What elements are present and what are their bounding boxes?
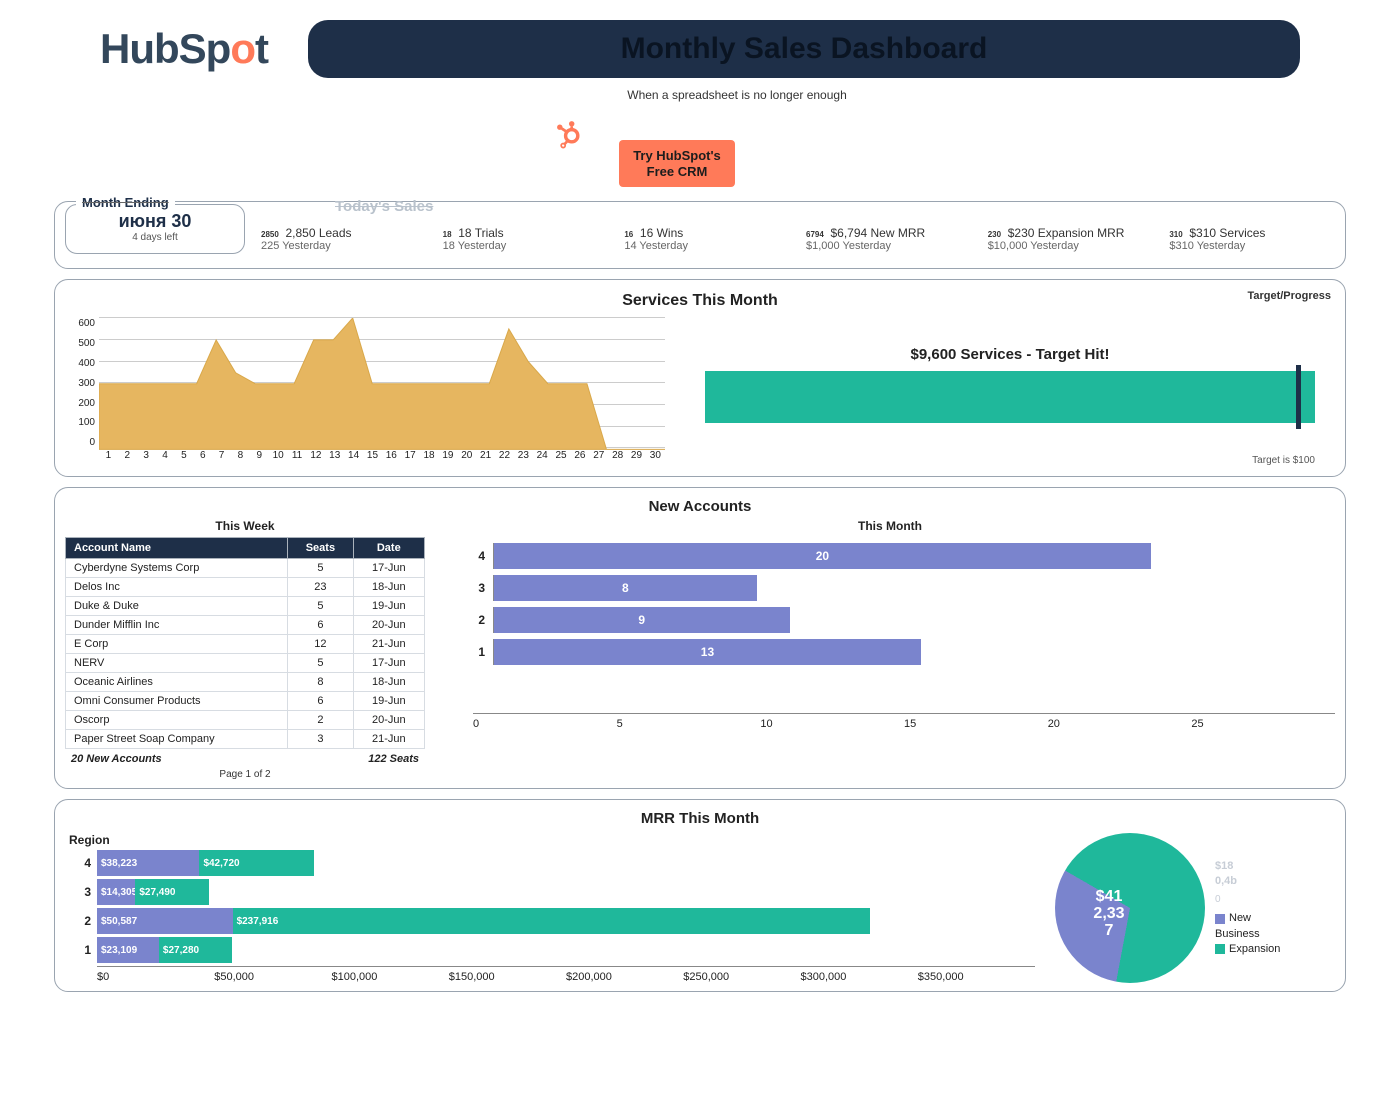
services-title: Services This Month — [65, 292, 1335, 310]
target-progress-label: Target/Progress — [1247, 290, 1331, 302]
mrr-panel: MRR This Month Region 4 $38,223 $42,720 … — [54, 799, 1346, 992]
table-row: Dunder Mifflin Inc620-Jun — [66, 616, 425, 635]
header: HubSpot Monthly Sales Dashboard — [100, 20, 1300, 78]
accounts-foot-left: 20 New Accounts — [71, 753, 162, 765]
mrr-row: 3 $14,305 $27,490 — [65, 879, 1035, 905]
table-row: E Corp1221-Jun — [66, 635, 425, 654]
table-row: Duke & Duke519-Jun — [66, 597, 425, 616]
month-ending-label: Month Ending — [76, 195, 175, 210]
accounts-foot-right: 122 Seats — [368, 753, 419, 765]
stat-item: 18 18 Trials18 Yesterday — [437, 210, 609, 256]
table-row: Delos Inc2318-Jun — [66, 578, 425, 597]
month-ending-date: июня 30 — [84, 211, 226, 232]
mrr-row: 2 $50,587 $237,916 — [65, 908, 1035, 934]
accounts-hbar-chart: 420 38 29 113 — [465, 543, 1315, 713]
pie-ghost-label-2: 0,4b — [1215, 874, 1280, 889]
month-ending-box: Month Ending июня 30 4 days left — [65, 204, 245, 254]
stat-item: 230 $230 Expansion MRR$10,000 Yesterday — [982, 210, 1154, 256]
accounts-table-side: This Week Account Name Seats Date Cyberd… — [65, 519, 425, 780]
hubspot-logo: HubSpot — [100, 25, 268, 73]
region-label: Region — [69, 833, 1035, 847]
mrr-bar-side: Region 4 $38,223 $42,720 3 $14,305 $27,4… — [65, 833, 1035, 983]
hbar-row: 38 — [465, 575, 1315, 601]
col-seats: Seats — [288, 538, 353, 559]
services-target-bar — [705, 371, 1315, 423]
hbar-row: 29 — [465, 607, 1315, 633]
services-target-text: $9,600 Services - Target Hit! — [705, 346, 1315, 363]
month-ending-sub: 4 days left — [84, 232, 226, 243]
table-row: Oscorp220-Jun — [66, 711, 425, 730]
col-account-name: Account Name — [66, 538, 288, 559]
todays-sales-label: Today's Sales — [335, 198, 433, 215]
hbar-row: 420 — [465, 543, 1315, 569]
services-area-chart: 0100200300400500600 12345678910111213141… — [65, 318, 665, 468]
services-target-marker — [1296, 365, 1301, 429]
table-row: Omni Consumer Products619-Jun — [66, 692, 425, 711]
accounts-chart-side: This Month 4203829113 0510152025 — [445, 519, 1335, 780]
new-accounts-panel: New Accounts This Week Account Name Seat… — [54, 487, 1346, 789]
mrr-pie-center-label: $41 2,33 7 — [1079, 889, 1139, 939]
hubspot-sprocket-icon — [553, 117, 587, 159]
this-month-label: This Month — [445, 519, 1335, 533]
mrr-row: 4 $38,223 $42,720 — [65, 850, 1035, 876]
services-target-block: $9,600 Services - Target Hit! Target is … — [685, 318, 1335, 468]
col-date: Date — [353, 538, 424, 559]
legend-nb-swatch — [1215, 914, 1225, 924]
dashboard-title: Monthly Sales Dashboard — [621, 32, 988, 65]
legend-ex-swatch — [1215, 944, 1225, 954]
promo-tagline: When a spreadsheet is no longer enough — [627, 88, 847, 102]
this-week-label: This Week — [65, 519, 425, 533]
stats-panel: Today's Sales Month Ending июня 30 4 day… — [54, 201, 1346, 269]
new-accounts-title: New Accounts — [65, 498, 1335, 515]
accounts-table: Account Name Seats Date Cyberdyne System… — [65, 537, 425, 749]
legend-ex-label: Expansion — [1229, 943, 1280, 955]
accounts-pager: Page 1 of 2 — [65, 769, 425, 780]
hbar-row: 113 — [465, 639, 1315, 665]
mrr-pie-side: $41 2,33 7 $18 0,4b 0 NewBusiness Expans… — [1055, 833, 1335, 983]
stat-item: 6794 $6,794 New MRR$1,000 Yesterday — [800, 210, 972, 256]
stat-item: 2850 2,850 Leads225 Yesterday — [255, 210, 427, 256]
mrr-pie-legend: $18 0,4b 0 NewBusiness Expansion — [1215, 859, 1280, 958]
mrr-row: 1 $23,109 $27,280 — [65, 937, 1035, 963]
table-row: Oceanic Airlines818-Jun — [66, 673, 425, 692]
mrr-title: MRR This Month — [65, 810, 1335, 827]
pie-ghost-label-1: $18 — [1215, 859, 1280, 874]
table-row: Cyberdyne Systems Corp517-Jun — [66, 559, 425, 578]
try-crm-button[interactable]: Try HubSpot's Free CRM — [619, 140, 735, 187]
promo-bar: When a spreadsheet is no longer enough T… — [40, 88, 1360, 187]
stat-item: 16 16 Wins14 Yesterday — [618, 210, 790, 256]
table-row: NERV517-Jun — [66, 654, 425, 673]
services-target-sub: Target is $100 — [705, 455, 1315, 466]
services-panel: Services This Month Target/Progress 0100… — [54, 279, 1346, 477]
dashboard-title-banner: Monthly Sales Dashboard — [308, 20, 1300, 78]
table-row: Paper Street Soap Company321-Jun — [66, 730, 425, 749]
stat-item: 310 $310 Services$310 Yesterday — [1163, 210, 1335, 256]
